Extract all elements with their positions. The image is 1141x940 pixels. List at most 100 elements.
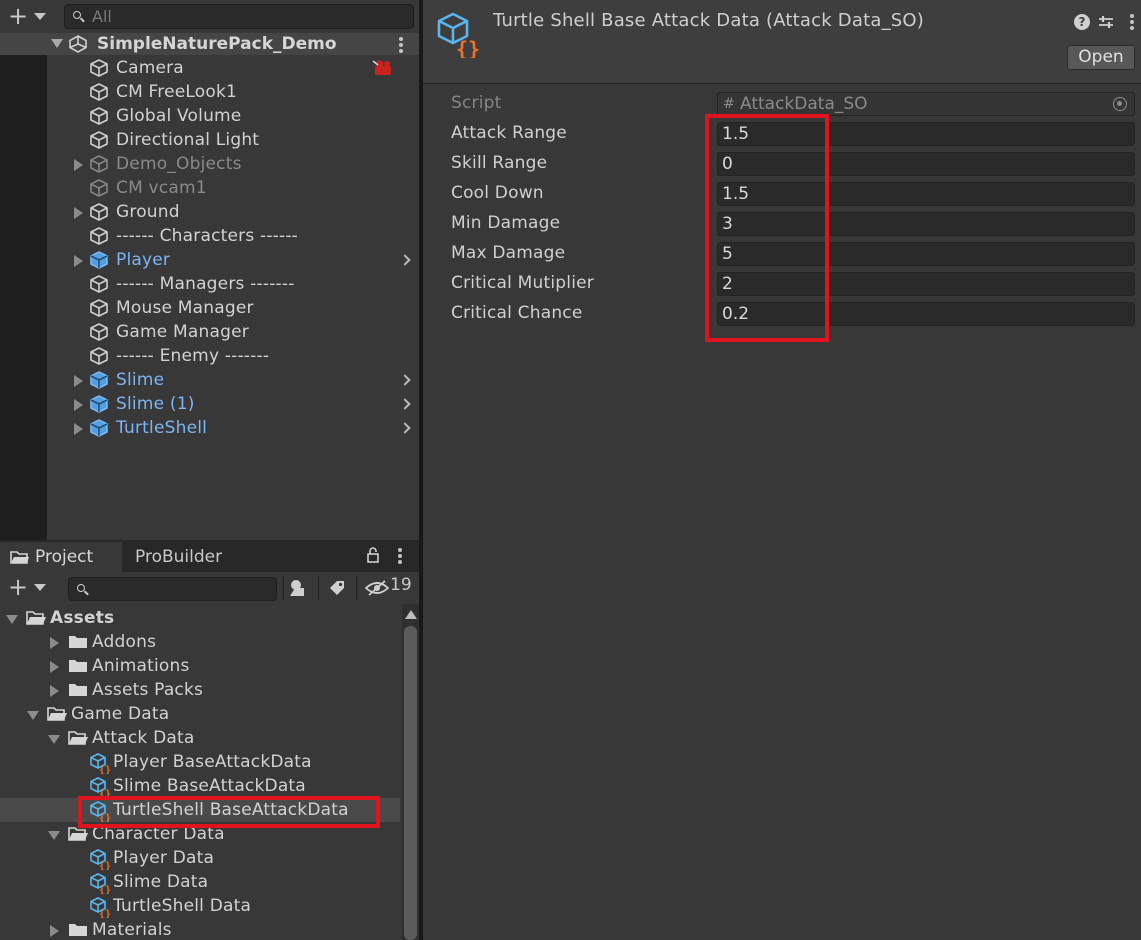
scene-name: SimpleNaturePack_Demo: [97, 34, 337, 54]
hierarchy-item[interactable]: Demo_Objects: [0, 152, 419, 176]
lock-icon[interactable]: [367, 547, 379, 563]
project-toolbar: + 19: [0, 572, 419, 604]
project-asset-item[interactable]: {} Slime BaseAttackData: [0, 774, 400, 800]
project-folder-item[interactable]: Assets Packs: [0, 678, 400, 702]
expand-arrow-icon[interactable]: [74, 423, 83, 435]
gameobject-icon: [89, 274, 109, 294]
collapse-arrow-icon[interactable]: [48, 831, 60, 840]
gameobject-icon: [89, 202, 109, 222]
scroll-up-icon[interactable]: [405, 610, 417, 619]
object-picker-icon[interactable]: [1113, 97, 1127, 111]
project-folder-item[interactable]: Addons: [0, 630, 400, 654]
tab-probuilder[interactable]: ProBuilder: [122, 542, 242, 572]
folder-open-icon: [68, 730, 89, 746]
hierarchy-item[interactable]: Slime (1): [0, 392, 419, 416]
svg-text:{}: {}: [99, 765, 111, 774]
hierarchy-item[interactable]: Camera: [0, 56, 419, 80]
hierarchy-item[interactable]: Game Manager: [0, 320, 419, 344]
expand-arrow-icon[interactable]: [74, 399, 83, 411]
hierarchy-toolbar: + All: [0, 0, 419, 33]
expand-arrow-icon[interactable]: [50, 685, 59, 697]
inspector-menu-icon[interactable]: [1130, 14, 1134, 30]
collapse-arrow-icon[interactable]: [6, 615, 18, 624]
inspector-header: {} Turtle Shell Base Attack Data (Attack…: [423, 0, 1141, 84]
collapse-arrow-icon[interactable]: [27, 711, 39, 720]
project-asset-item[interactable]: {} Slime Data: [0, 870, 400, 896]
chevron-down-icon: [34, 13, 46, 20]
hierarchy-item-label: Global Volume: [116, 106, 242, 126]
tab-probuilder-label: ProBuilder: [135, 547, 223, 567]
chevron-right-icon[interactable]: [399, 254, 411, 266]
chevron-right-icon[interactable]: [399, 422, 411, 434]
hierarchy-item[interactable]: ------ Enemy -------: [0, 344, 419, 368]
collapse-arrow-icon[interactable]: [48, 735, 60, 744]
project-folder-item[interactable]: Assets: [0, 606, 400, 630]
expand-arrow-icon[interactable]: [74, 375, 83, 387]
gameobject-icon: [89, 226, 109, 246]
expand-arrow-icon[interactable]: [74, 207, 83, 219]
expand-arrow-icon[interactable]: [50, 637, 59, 649]
search-icon: [77, 584, 85, 592]
project-asset-item[interactable]: {} Player BaseAttackData: [0, 750, 400, 776]
hierarchy-item[interactable]: Mouse Manager: [0, 296, 419, 320]
hierarchy-item[interactable]: Global Volume: [0, 104, 419, 128]
project-asset-item[interactable]: {} TurtleShell Data: [0, 894, 400, 920]
search-icon: [73, 11, 81, 19]
hierarchy-item[interactable]: CM FreeLook1: [0, 80, 419, 104]
project-search-input[interactable]: [68, 577, 277, 601]
chevron-right-icon[interactable]: [399, 398, 411, 410]
presets-icon[interactable]: [1098, 14, 1114, 30]
hierarchy-item[interactable]: ------ Managers -------: [0, 272, 419, 296]
scene-menu-icon[interactable]: [399, 37, 403, 53]
hierarchy-search-input[interactable]: All: [64, 4, 414, 29]
help-icon[interactable]: ?: [1074, 14, 1090, 30]
hidden-packages-count: 19: [390, 575, 412, 595]
expand-arrow-icon[interactable]: [50, 661, 59, 673]
project-folder-item[interactable]: Materials: [0, 918, 400, 940]
hierarchy-item[interactable]: CM vcam1: [0, 176, 419, 200]
hierarchy-item[interactable]: Slime: [0, 368, 419, 392]
project-folder-item[interactable]: Game Data: [0, 702, 400, 726]
script-value: AttackData_SO: [740, 94, 868, 114]
project-folder-item[interactable]: Attack Data: [0, 726, 400, 750]
hierarchy-item[interactable]: ------ Characters ------: [0, 224, 419, 248]
hierarchy-panel: + All SimpleNaturePack_Demo Camera CM Fre…: [0, 0, 419, 540]
scene-row[interactable]: SimpleNaturePack_Demo: [0, 33, 419, 55]
project-item-label: Assets Packs: [92, 680, 204, 700]
gameobject-icon: [89, 178, 109, 198]
project-item-label: Game Data: [71, 704, 170, 724]
scriptable-object-icon: {}: [89, 872, 111, 896]
hierarchy-item-label: ------ Characters ------: [116, 226, 299, 246]
project-asset-item[interactable]: {} Player Data: [0, 846, 400, 872]
highlight-selected-asset-box: [78, 796, 380, 828]
hierarchy-item[interactable]: Ground: [0, 200, 419, 224]
expand-arrow-icon[interactable]: [74, 159, 83, 171]
project-item-label: Attack Data: [92, 728, 195, 748]
tab-project[interactable]: Project: [0, 542, 122, 572]
filter-by-type-icon[interactable]: [289, 579, 309, 597]
toolbar-separator: [283, 576, 284, 600]
folder-icon: [68, 658, 89, 674]
hierarchy-item[interactable]: Player: [0, 248, 419, 272]
scriptable-object-icon: {}: [89, 776, 111, 800]
scrollbar-thumb[interactable]: [404, 626, 417, 940]
expand-arrow-icon[interactable]: [51, 39, 63, 48]
open-button[interactable]: Open: [1067, 45, 1135, 70]
filter-by-label-icon[interactable]: [328, 579, 346, 597]
project-menu-icon[interactable]: [398, 548, 402, 564]
create-asset-button[interactable]: +: [8, 575, 52, 601]
expand-arrow-icon[interactable]: [50, 925, 59, 937]
project-item-label: Animations: [92, 656, 190, 676]
hierarchy-item[interactable]: TurtleShell: [0, 416, 419, 440]
expand-arrow-icon[interactable]: [74, 255, 83, 267]
script-object-field[interactable]: # AttackData_SO: [717, 92, 1135, 116]
project-folder-item[interactable]: Animations: [0, 654, 400, 678]
chevron-right-icon[interactable]: [399, 374, 411, 386]
create-button[interactable]: +: [8, 4, 52, 30]
hierarchy-item-label: Slime: [116, 370, 165, 390]
project-scrollbar[interactable]: [402, 604, 419, 940]
hidden-packages-icon[interactable]: [365, 580, 389, 596]
folder-icon: [68, 634, 89, 650]
hierarchy-item[interactable]: Directional Light: [0, 128, 419, 152]
hierarchy-item-label: Demo_Objects: [116, 154, 242, 174]
